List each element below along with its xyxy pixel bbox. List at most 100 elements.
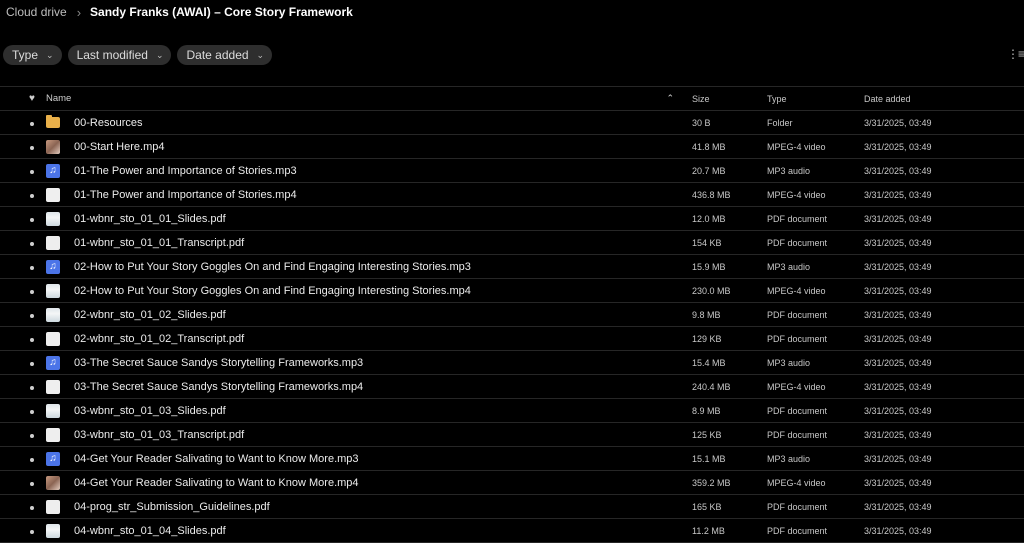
favorite-column-header[interactable]: ♥: [0, 93, 46, 104]
file-date-added: 3/31/2025, 03:49: [864, 141, 932, 152]
file-type: PDF document: [767, 237, 828, 248]
table-row[interactable]: 02-wbnr_sto_01_02_Transcript.pdf 129 KB PD…: [0, 327, 1024, 351]
file-name-cell[interactable]: 00-Resources: [46, 115, 692, 129]
date-added-column-header[interactable]: Date added: [864, 94, 1024, 104]
file-name-cell[interactable]: 01-The Power and Importance of Stories.m…: [46, 187, 692, 202]
table-row[interactable]: 01-The Power and Importance of Stories.m…: [0, 183, 1024, 207]
table-row[interactable]: 02-wbnr_sto_01_02_Slides.pdf 9.8 MB PDF do…: [0, 303, 1024, 327]
chevron-down-icon: ⌄: [256, 49, 265, 60]
table-row[interactable]: 00-Start Here.mp4 41.8 MB MPEG-4 video 3/31…: [0, 135, 1024, 159]
file-name-cell[interactable]: ♫ 03-The Secret Sauce Sandys Storytelling…: [46, 355, 692, 370]
table-row[interactable]: 04-Get Your Reader Salivating to Want to…: [0, 471, 1024, 495]
favorite-toggle[interactable]: [0, 333, 46, 345]
file-name-cell[interactable]: 02-How to Put Your Story Goggles On and …: [46, 283, 692, 298]
file-name: 03-wbnr_sto_01_03_Transcript.pdf: [74, 428, 245, 441]
favorite-toggle[interactable]: [0, 453, 46, 465]
favorite-toggle[interactable]: [0, 429, 46, 441]
slide-thumbnail-icon: [46, 403, 60, 418]
last-modified-filter-button[interactable]: Last modified ⌄: [67, 45, 172, 65]
audio-file-icon: ♫: [46, 163, 60, 178]
file-name: 04-Get Your Reader Salivating to Want to…: [74, 476, 359, 489]
table-row[interactable]: 03-wbnr_sto_01_03_Slides.pdf 8.9 MB PDF do…: [0, 399, 1024, 423]
file-name-cell[interactable]: ♫ 01-The Power and Importance of Stories.…: [46, 163, 692, 178]
table-row[interactable]: 02-How to Put Your Story Goggles On and …: [0, 279, 1024, 303]
file-type: Folder: [767, 117, 793, 128]
table-row[interactable]: ♫ 02-How to Put Your Story Goggles On and…: [0, 255, 1024, 279]
pdf-file-icon: [46, 427, 60, 442]
favorite-toggle[interactable]: [0, 165, 46, 177]
file-date-added: 3/31/2025, 03:49: [864, 261, 932, 272]
file-name-cell[interactable]: 04-Get Your Reader Salivating to Want to…: [46, 475, 692, 490]
file-name-cell[interactable]: 03-The Secret Sauce Sandys Storytelling …: [46, 379, 692, 394]
favorite-toggle[interactable]: [0, 141, 46, 153]
table-row[interactable]: 03-wbnr_sto_01_03_Transcript.pdf 125 KB PD…: [0, 423, 1024, 447]
file-name-cell[interactable]: 02-wbnr_sto_01_02_Slides.pdf: [46, 307, 692, 322]
chevron-down-icon: ⌄: [155, 49, 164, 60]
date-added-filter-button[interactable]: Date added ⌄: [177, 45, 273, 65]
name-column-header[interactable]: Name ⌃: [46, 93, 692, 104]
list-view-icon[interactable]: ⋮≡: [1007, 47, 1024, 61]
file-name-cell[interactable]: ♫ 02-How to Put Your Story Goggles On and…: [46, 259, 692, 274]
favorite-toggle[interactable]: [0, 213, 46, 225]
file-name-cell[interactable]: 03-wbnr_sto_01_03_Transcript.pdf: [46, 427, 692, 442]
file-name: 02-How to Put Your Story Goggles On and …: [74, 284, 471, 297]
table-row[interactable]: 04-wbnr_sto_01_04_Slides.pdf 11.2 MB PDF d…: [0, 519, 1024, 543]
file-name-cell[interactable]: 01-wbnr_sto_01_01_Transcript.pdf: [46, 235, 692, 250]
file-name: 04-Get Your Reader Salivating to Want to…: [74, 452, 359, 465]
table-row[interactable]: ♫ 01-The Power and Importance of Stories.…: [0, 159, 1024, 183]
favorite-toggle[interactable]: [0, 309, 46, 321]
file-size: 125 KB: [692, 429, 722, 440]
file-size: 15.9 MB: [692, 261, 726, 272]
slide-thumbnail-icon: [46, 283, 60, 298]
video-thumbnail-icon: [46, 475, 60, 490]
favorite-toggle[interactable]: [0, 189, 46, 201]
favorite-dot-icon: [30, 169, 34, 174]
favorite-toggle[interactable]: [0, 237, 46, 249]
table-row[interactable]: 04-prog_str_Submission_Guidelines.pdf 165…: [0, 495, 1024, 519]
table-row[interactable]: 03-The Secret Sauce Sandys Storytelling …: [0, 375, 1024, 399]
size-column-header[interactable]: Size: [692, 94, 767, 104]
favorite-toggle[interactable]: [0, 501, 46, 513]
table-row[interactable]: 01-wbnr_sto_01_01_Transcript.pdf 154 KB PD…: [0, 231, 1024, 255]
favorite-toggle[interactable]: [0, 285, 46, 297]
favorite-toggle[interactable]: [0, 357, 46, 369]
favorite-toggle[interactable]: [0, 117, 46, 129]
favorite-toggle[interactable]: [0, 525, 46, 537]
breadcrumb-root-link[interactable]: Cloud drive: [6, 5, 67, 19]
slide-thumbnail-icon: [46, 307, 60, 322]
table-row[interactable]: 00-Resources 30 B Folder 3/31/2025, 03:49: [0, 111, 1024, 135]
file-name-cell[interactable]: ♫ 04-Get Your Reader Salivating to Want t…: [46, 451, 692, 466]
file-size: 154 KB: [692, 237, 722, 248]
file-name-cell[interactable]: 04-wbnr_sto_01_04_Slides.pdf: [46, 523, 692, 538]
file-size: 30 B: [692, 117, 711, 128]
file-name-cell[interactable]: 04-prog_str_Submission_Guidelines.pdf: [46, 499, 692, 514]
file-date-added: 3/31/2025, 03:49: [864, 381, 932, 392]
file-name: 01-The Power and Importance of Stories.m…: [74, 188, 297, 201]
favorite-dot-icon: [30, 241, 34, 246]
favorite-toggle[interactable]: [0, 405, 46, 417]
file-name: 02-How to Put Your Story Goggles On and …: [74, 260, 471, 273]
table-row[interactable]: 01-wbnr_sto_01_01_Slides.pdf 12.0 MB PDF d…: [0, 207, 1024, 231]
type-column-header[interactable]: Type: [767, 94, 864, 104]
breadcrumb: Cloud drive › Sandy Franks (AWAI) – Core…: [6, 4, 353, 20]
favorite-dot-icon: [30, 121, 34, 126]
folder-icon: [46, 115, 60, 128]
file-name-cell[interactable]: 00-Start Here.mp4: [46, 139, 692, 154]
file-list: 00-Resources 30 B Folder 3/31/2025, 03:49 00…: [0, 111, 1024, 543]
favorite-toggle[interactable]: [0, 261, 46, 273]
file-name-cell[interactable]: 03-wbnr_sto_01_03_Slides.pdf: [46, 403, 692, 418]
table-row[interactable]: ♫ 04-Get Your Reader Salivating to Want t…: [0, 447, 1024, 471]
file-type: MP3 audio: [767, 261, 811, 272]
column-label: Name: [46, 93, 72, 104]
favorite-dot-icon: [30, 193, 34, 198]
table-row[interactable]: ♫ 03-The Secret Sauce Sandys Storytelling…: [0, 351, 1024, 375]
type-filter-button[interactable]: Type ⌄: [3, 45, 62, 65]
file-name: 04-prog_str_Submission_Guidelines.pdf: [74, 500, 270, 513]
favorite-toggle[interactable]: [0, 381, 46, 393]
video-thumbnail-icon: [46, 139, 60, 154]
file-name-cell[interactable]: 02-wbnr_sto_01_02_Transcript.pdf: [46, 331, 692, 346]
file-name: 01-wbnr_sto_01_01_Transcript.pdf: [74, 236, 245, 249]
favorite-toggle[interactable]: [0, 477, 46, 489]
file-name-cell[interactable]: 01-wbnr_sto_01_01_Slides.pdf: [46, 211, 692, 226]
filter-label: Type: [12, 48, 39, 62]
